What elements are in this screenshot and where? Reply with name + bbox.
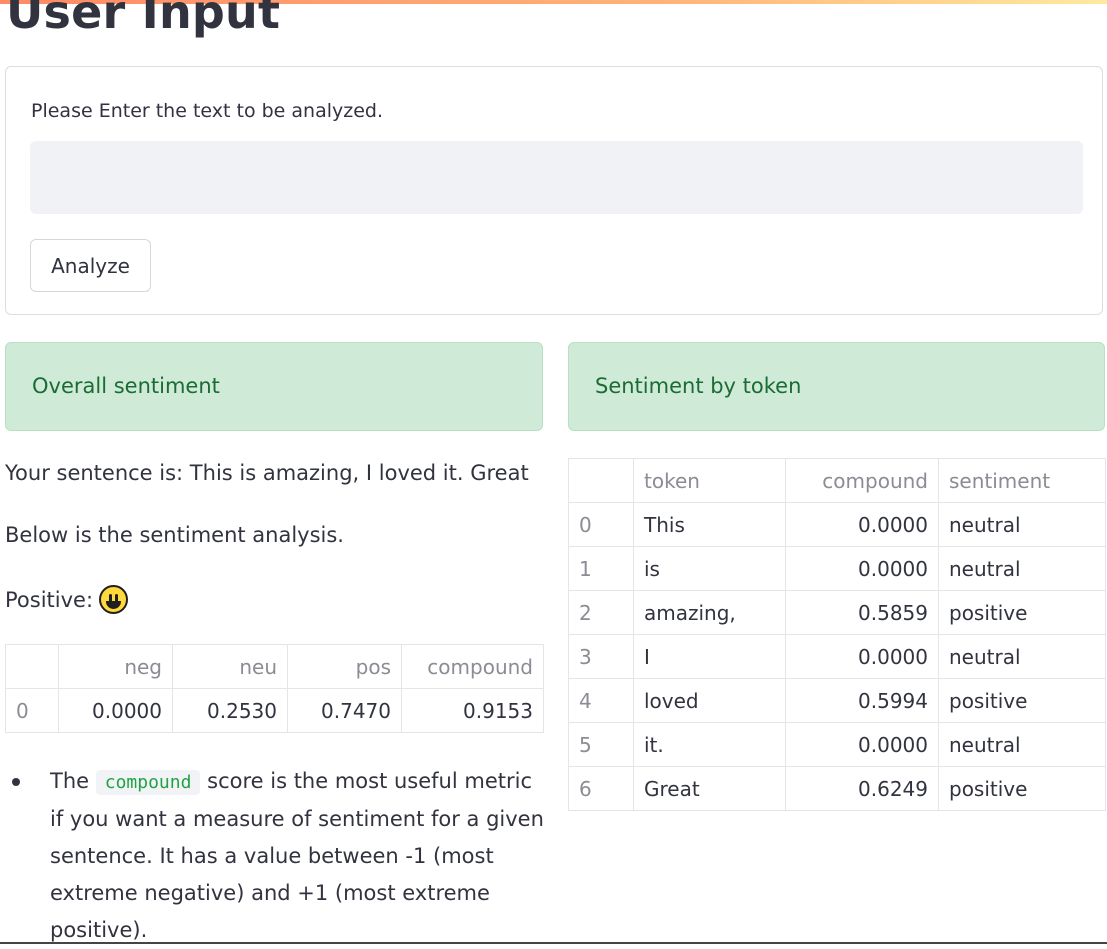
compound-cell: 0.0000 (785, 502, 939, 547)
compound-cell: 0.5994 (785, 678, 939, 723)
table-row: 0 This 0.0000 neutral (568, 502, 1106, 547)
list-item: The compound score is the most useful me… (5, 763, 545, 949)
compound-cell: 0.5859 (785, 590, 939, 635)
positive-label: Positive: (5, 587, 94, 612)
column-header (5, 644, 59, 689)
sentiment-cell: positive (938, 766, 1106, 811)
compound-cell: 0.9153 (401, 688, 544, 733)
token-cell: loved (633, 678, 786, 723)
column-header: compound (785, 458, 939, 503)
sentiment-cell: neutral (938, 502, 1106, 547)
positive-result: Positive: (5, 585, 129, 614)
compound-cell: 0.0000 (785, 722, 939, 767)
text-to-analyze-input[interactable] (30, 141, 1083, 214)
neu-cell: 0.2530 (172, 688, 288, 733)
token-sentiment-table: token compound sentiment 0 This 0.0000 n… (568, 458, 1106, 811)
row-index: 1 (568, 546, 634, 591)
token-cell: amazing, (633, 590, 786, 635)
sentiment-cell: neutral (938, 634, 1106, 679)
table-row: 6 Great 0.6249 positive (568, 766, 1106, 811)
sentence-text: Your sentence is: This is amazing, I lov… (5, 461, 529, 485)
analyze-form: Please Enter the text to be analyzed. An… (5, 66, 1103, 315)
compound-code: compound (95, 770, 201, 795)
column-header: neu (172, 644, 288, 689)
table-row: 3 I 0.0000 neutral (568, 634, 1106, 679)
analyze-button[interactable]: Analyze (30, 239, 151, 292)
overall-scores-table: neg neu pos compound 0 0.0000 0.2530 0.7… (5, 644, 544, 733)
row-index: 2 (568, 590, 634, 635)
pos-cell: 0.7470 (287, 688, 402, 733)
row-index: 5 (568, 722, 634, 767)
token-cell: I (633, 634, 786, 679)
compound-cell: 0.6249 (785, 766, 939, 811)
row-index: 0 (568, 502, 634, 547)
table-row: 2 amazing, 0.5859 positive (568, 590, 1106, 635)
note-prefix: The (50, 769, 90, 793)
page-title: User Input (6, 0, 281, 39)
column-header: neg (58, 644, 173, 689)
token-cell: Great (633, 766, 786, 811)
bullet-dot (12, 778, 20, 786)
table-row: 4 loved 0.5994 positive (568, 678, 1106, 723)
row-index: 6 (568, 766, 634, 811)
row-index: 4 (568, 678, 634, 723)
token-cell: it. (633, 722, 786, 767)
column-header: pos (287, 644, 402, 689)
token-sentiment-alert: Sentiment by token (568, 342, 1105, 431)
overall-sentiment-alert: Overall sentiment (5, 342, 543, 431)
grinning-face-icon (99, 585, 129, 614)
column-header: sentiment (938, 458, 1106, 503)
compound-cell: 0.0000 (785, 546, 939, 591)
column-header: token (633, 458, 786, 503)
column-header: compound (401, 644, 544, 689)
sentiment-cell: neutral (938, 546, 1106, 591)
column-header (568, 458, 634, 503)
compound-cell: 0.0000 (785, 634, 939, 679)
row-index: 3 (568, 634, 634, 679)
table-header-row: neg neu pos compound (5, 644, 544, 689)
compound-explanation-list: The compound score is the most useful me… (5, 763, 545, 949)
token-cell: This (633, 502, 786, 547)
sentiment-cell: positive (938, 678, 1106, 723)
table-row: 5 it. 0.0000 neutral (568, 722, 1106, 767)
token-cell: is (633, 546, 786, 591)
sentiment-cell: neutral (938, 722, 1106, 767)
text-input-label: Please Enter the text to be analyzed. (31, 100, 384, 122)
table-row: 0 0.0000 0.2530 0.7470 0.9153 (5, 688, 544, 733)
table-header-row: token compound sentiment (568, 458, 1106, 503)
table-row: 1 is 0.0000 neutral (568, 546, 1106, 591)
analysis-intro-text: Below is the sentiment analysis. (5, 523, 344, 547)
row-index: 0 (5, 688, 59, 733)
neg-cell: 0.0000 (58, 688, 173, 733)
sentiment-cell: positive (938, 590, 1106, 635)
